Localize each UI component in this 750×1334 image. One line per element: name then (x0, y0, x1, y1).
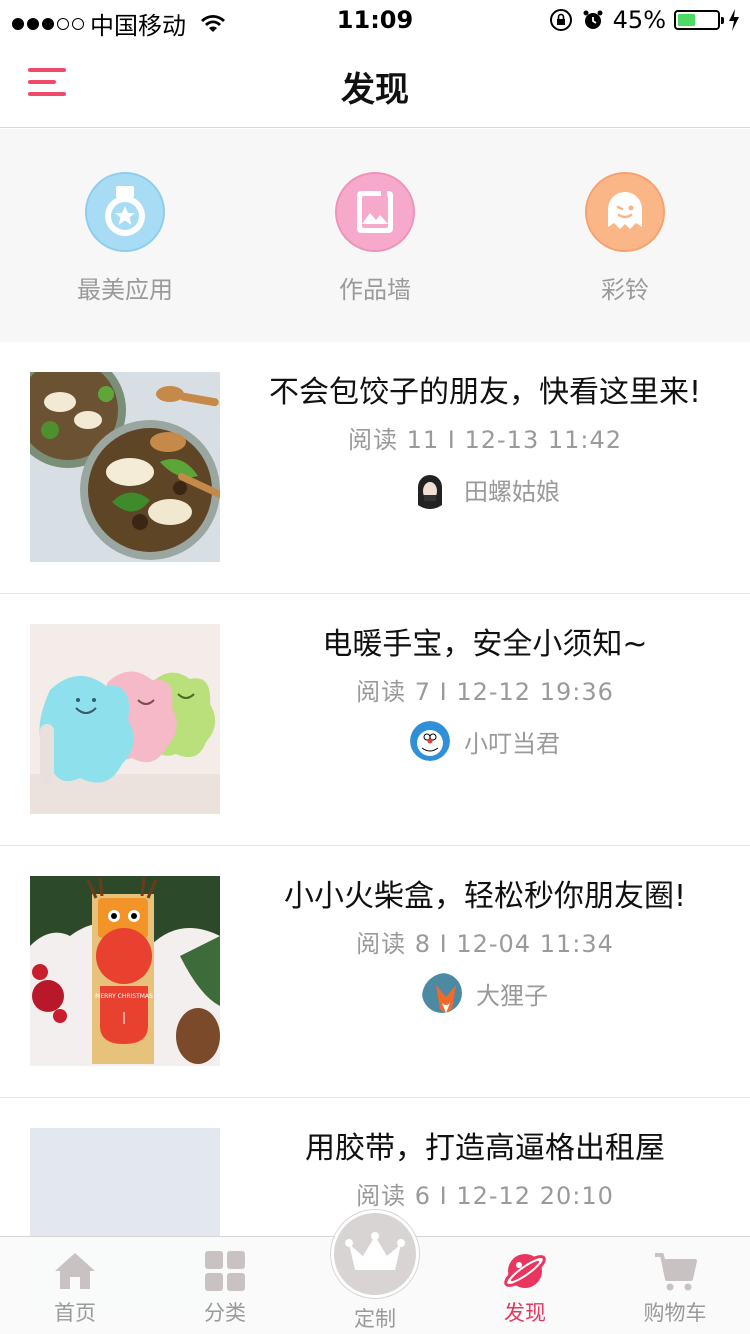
article-title: 不会包饺子的朋友，快看这里来! (268, 375, 702, 410)
author-name: 小叮当君 (464, 729, 560, 758)
author-name: 田螺姑娘 (464, 477, 560, 506)
battery-icon (674, 10, 724, 30)
tab-discover[interactable]: 发现 (450, 1237, 600, 1334)
article-text: 电暖手宝，安全小须知~ 阅读 7 I 12-12 19:36 小叮当君 (250, 624, 720, 761)
customize-button[interactable] (331, 1210, 419, 1298)
article-thumbnail-dumpling-soup (30, 372, 220, 562)
article-thumbnail-matchbox: MERRY CHRISTMAS (30, 876, 220, 1066)
medal-icon (85, 172, 165, 252)
quick-link-best-apps[interactable]: 最美应用 (0, 129, 250, 342)
thumb-merry-christmas-text: MERRY CHRISTMAS (95, 993, 153, 1000)
page-title: 发现 (341, 70, 409, 110)
avatar (410, 469, 450, 509)
quick-links: 最美应用 作品墙 彩铃 (0, 129, 750, 342)
article-author[interactable]: 大狸子 (250, 973, 720, 1013)
status-right: 45% (549, 6, 740, 34)
tab-home[interactable]: 首页 (0, 1237, 150, 1334)
article-feed: 不会包饺子的朋友，快看这里来! 阅读 11 I 12-13 11:42 田螺姑娘 (0, 342, 750, 1334)
tab-label: 购物车 (643, 1301, 707, 1325)
quick-link-ringtone[interactable]: 彩铃 (500, 129, 750, 342)
quick-link-works-wall[interactable]: 作品墙 (250, 129, 500, 342)
article-meta: 阅读 8 I 12-04 11:34 (356, 930, 614, 958)
status-bar: 中国移动 11:09 45% (0, 0, 750, 40)
avatar (410, 721, 450, 761)
ghost-icon (585, 172, 665, 252)
quick-link-label: 最美应用 (77, 276, 173, 304)
tab-category[interactable]: 分类 (150, 1237, 300, 1334)
author-name: 大狸子 (476, 981, 548, 1010)
article-author[interactable]: 田螺姑娘 (250, 469, 720, 509)
tab-cart[interactable]: 购物车 (600, 1237, 750, 1334)
quick-link-label: 彩铃 (601, 276, 649, 304)
battery-percent: 45% (612, 6, 666, 34)
article-text: 不会包饺子的朋友，快看这里来! 阅读 11 I 12-13 11:42 田螺姑娘 (250, 372, 720, 509)
cart-icon (655, 1253, 697, 1291)
article-card[interactable]: 不会包饺子的朋友，快看这里来! 阅读 11 I 12-13 11:42 田螺姑娘 (0, 342, 750, 594)
tab-label: 分类 (204, 1301, 246, 1325)
home-icon (55, 1253, 95, 1289)
article-thumbnail-hand-warmers (30, 624, 220, 814)
article-card[interactable]: MERRY CHRISTMAS 小小火柴盒，轻松秒你朋友圈! 阅读 8 I 12… (0, 846, 750, 1098)
article-meta: 阅读 11 I 12-13 11:42 (347, 426, 623, 454)
crown-icon (345, 1232, 405, 1270)
tab-label: 定制 (354, 1307, 396, 1331)
avatar (422, 973, 462, 1013)
battery-level (678, 14, 696, 26)
navigation-bar: 发现 (0, 40, 750, 128)
planet-icon (504, 1254, 546, 1288)
article-title: 用胶带，打造高逼格出租屋 (305, 1131, 665, 1166)
photo-book-icon (335, 172, 415, 252)
article-author[interactable]: 小叮当君 (250, 721, 720, 761)
article-card[interactable]: 电暖手宝，安全小须知~ 阅读 7 I 12-12 19:36 小叮当君 (0, 594, 750, 846)
tab-label: 首页 (54, 1301, 96, 1325)
charging-bolt-icon (729, 9, 739, 31)
article-meta: 阅读 7 I 12-12 19:36 (356, 678, 614, 706)
quick-link-label: 作品墙 (339, 276, 411, 304)
article-meta: 阅读 6 I 12-12 20:10 (356, 1182, 614, 1210)
tab-label: 发现 (504, 1301, 546, 1325)
rotation-lock-icon (549, 9, 572, 31)
alarm-icon (583, 10, 603, 29)
article-text: 小小火柴盒，轻松秒你朋友圈! 阅读 8 I 12-04 11:34 大狸子 (250, 876, 720, 1013)
article-title: 电暖手宝，安全小须知~ (322, 627, 648, 662)
article-title: 小小火柴盒，轻松秒你朋友圈! (283, 879, 687, 914)
grid-icon (205, 1251, 245, 1291)
article-text: 用胶带，打造高逼格出租屋 阅读 6 I 12-12 20:10 (250, 1128, 720, 1211)
